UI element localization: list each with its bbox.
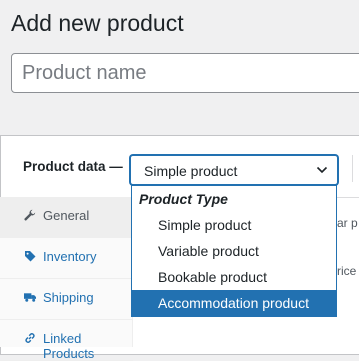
tab-shipping-label: Shipping: [43, 290, 94, 305]
tab-shipping[interactable]: Shipping: [0, 279, 133, 320]
truck-icon: [24, 293, 36, 302]
wrench-icon: [24, 209, 36, 221]
option-variable-product[interactable]: Variable product: [132, 238, 336, 264]
panel-field-text: ar p: [337, 216, 358, 230]
product-type-dropdown: Product Type Simple product Variable pro…: [131, 185, 337, 317]
tab-general-label: General: [43, 208, 90, 223]
chevron-down-icon: [316, 166, 328, 174]
header-divider: [352, 155, 353, 182]
panel-field-text: rice: [337, 264, 357, 278]
page-title: Add new product: [11, 10, 184, 36]
option-bookable-product[interactable]: Bookable product: [132, 264, 336, 290]
dropdown-group-label: Product Type: [139, 191, 228, 207]
option-accommodation-product[interactable]: Accommodation product: [132, 290, 336, 316]
product-name-input[interactable]: [12, 54, 359, 92]
link-icon: [25, 333, 35, 343]
tab-general[interactable]: General: [0, 197, 133, 238]
tab-inventory[interactable]: Inventory: [0, 238, 133, 279]
tab-linked-products[interactable]: Linked Products: [0, 320, 133, 361]
option-simple-product[interactable]: Simple product: [132, 212, 336, 238]
product-data-tabs: General Inventory Shipping Linked Produc…: [0, 197, 133, 361]
product-type-selected: Simple product: [144, 163, 238, 179]
tab-linked-products-label: Linked Products: [43, 331, 95, 361]
product-name-field[interactable]: [11, 53, 359, 93]
tag-icon: [25, 251, 36, 262]
product-data-label: Product data —: [23, 159, 123, 174]
tab-inventory-label: Inventory: [43, 249, 97, 264]
product-type-select[interactable]: Simple product: [130, 155, 338, 185]
